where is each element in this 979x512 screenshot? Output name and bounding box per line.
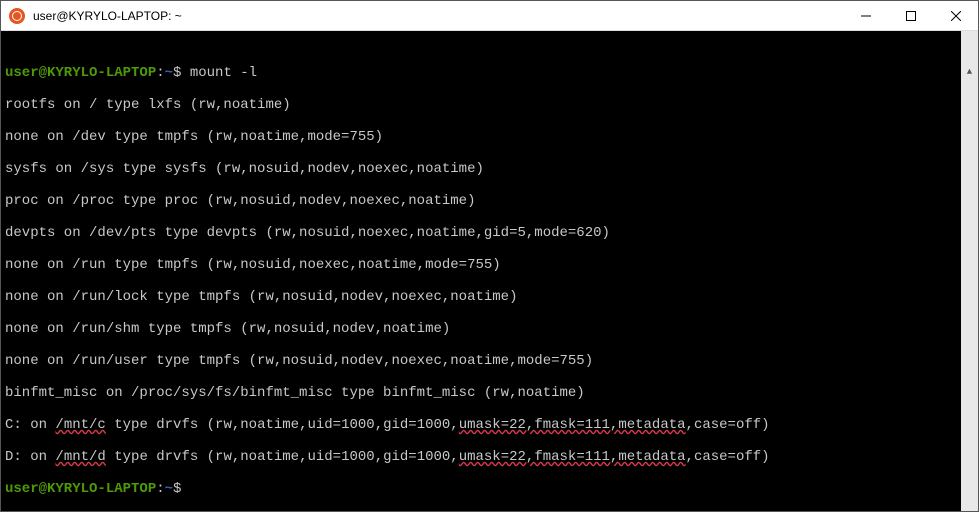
output-line: sysfs on /sys type sysfs (rw,nosuid,node… — [5, 161, 974, 177]
output-line: none on /dev type tmpfs (rw,noatime,mode… — [5, 129, 974, 145]
output-line-d: D: on /mnt/d type drvfs (rw,noatime,uid=… — [5, 449, 974, 465]
prompt-path: ~ — [165, 65, 173, 81]
output-line: rootfs on / type lxfs (rw,noatime) — [5, 97, 974, 113]
terminal-area[interactable]: ▲ user@KYRYLO-LAPTOP:~$ mount -l rootfs … — [1, 31, 978, 511]
out-seg: D: on — [5, 449, 55, 465]
prompt-colon: : — [156, 65, 164, 81]
scroll-up-icon[interactable]: ▲ — [961, 63, 978, 80]
ubuntu-icon — [9, 8, 25, 24]
prompt-user-host: user@KYRYLO-LAPTOP — [5, 481, 156, 497]
prompt-line-1: user@KYRYLO-LAPTOP:~$ mount -l — [5, 65, 974, 81]
output-line: none on /run/shm type tmpfs (rw,nosuid,n… — [5, 321, 974, 337]
prompt-line-2: user@KYRYLO-LAPTOP:~$ — [5, 481, 974, 497]
out-seg: ,case=off) — [686, 449, 770, 465]
output-line: devpts on /dev/pts type devpts (rw,nosui… — [5, 225, 974, 241]
maximize-button[interactable] — [888, 1, 933, 31]
close-button[interactable] — [933, 1, 978, 31]
out-seg: type drvfs (rw,noatime,uid=1000,gid=1000… — [106, 449, 459, 465]
command-text: mount -l — [181, 65, 257, 81]
prompt-user-host: user@KYRYLO-LAPTOP — [5, 65, 156, 81]
output-line: binfmt_misc on /proc/sys/fs/binfmt_misc … — [5, 385, 974, 401]
mount-opts: umask=22,fmask=111,metadata — [459, 449, 686, 465]
output-line: none on /run/user type tmpfs (rw,nosuid,… — [5, 353, 974, 369]
mnt-path: /mnt/c — [55, 417, 105, 433]
prompt-dollar: $ — [173, 481, 181, 497]
scrollbar[interactable]: ▲ — [961, 31, 978, 511]
window-title: user@KYRYLO-LAPTOP: ~ — [33, 9, 843, 23]
prompt-colon: : — [156, 481, 164, 497]
out-seg: C: on — [5, 417, 55, 433]
output-line: proc on /proc type proc (rw,nosuid,nodev… — [5, 193, 974, 209]
mount-opts: umask=22,fmask=111,metadata — [459, 417, 686, 433]
output-line-c: C: on /mnt/c type drvfs (rw,noatime,uid=… — [5, 417, 974, 433]
window-titlebar: user@KYRYLO-LAPTOP: ~ — [1, 1, 978, 31]
out-seg: ,case=off) — [686, 417, 770, 433]
prompt-path: ~ — [165, 481, 173, 497]
output-line: none on /run type tmpfs (rw,nosuid,noexe… — [5, 257, 974, 273]
mnt-path: /mnt/d — [55, 449, 105, 465]
output-line: none on /run/lock type tmpfs (rw,nosuid,… — [5, 289, 974, 305]
out-seg: type drvfs (rw,noatime,uid=1000,gid=1000… — [106, 417, 459, 433]
minimize-button[interactable] — [843, 1, 888, 31]
